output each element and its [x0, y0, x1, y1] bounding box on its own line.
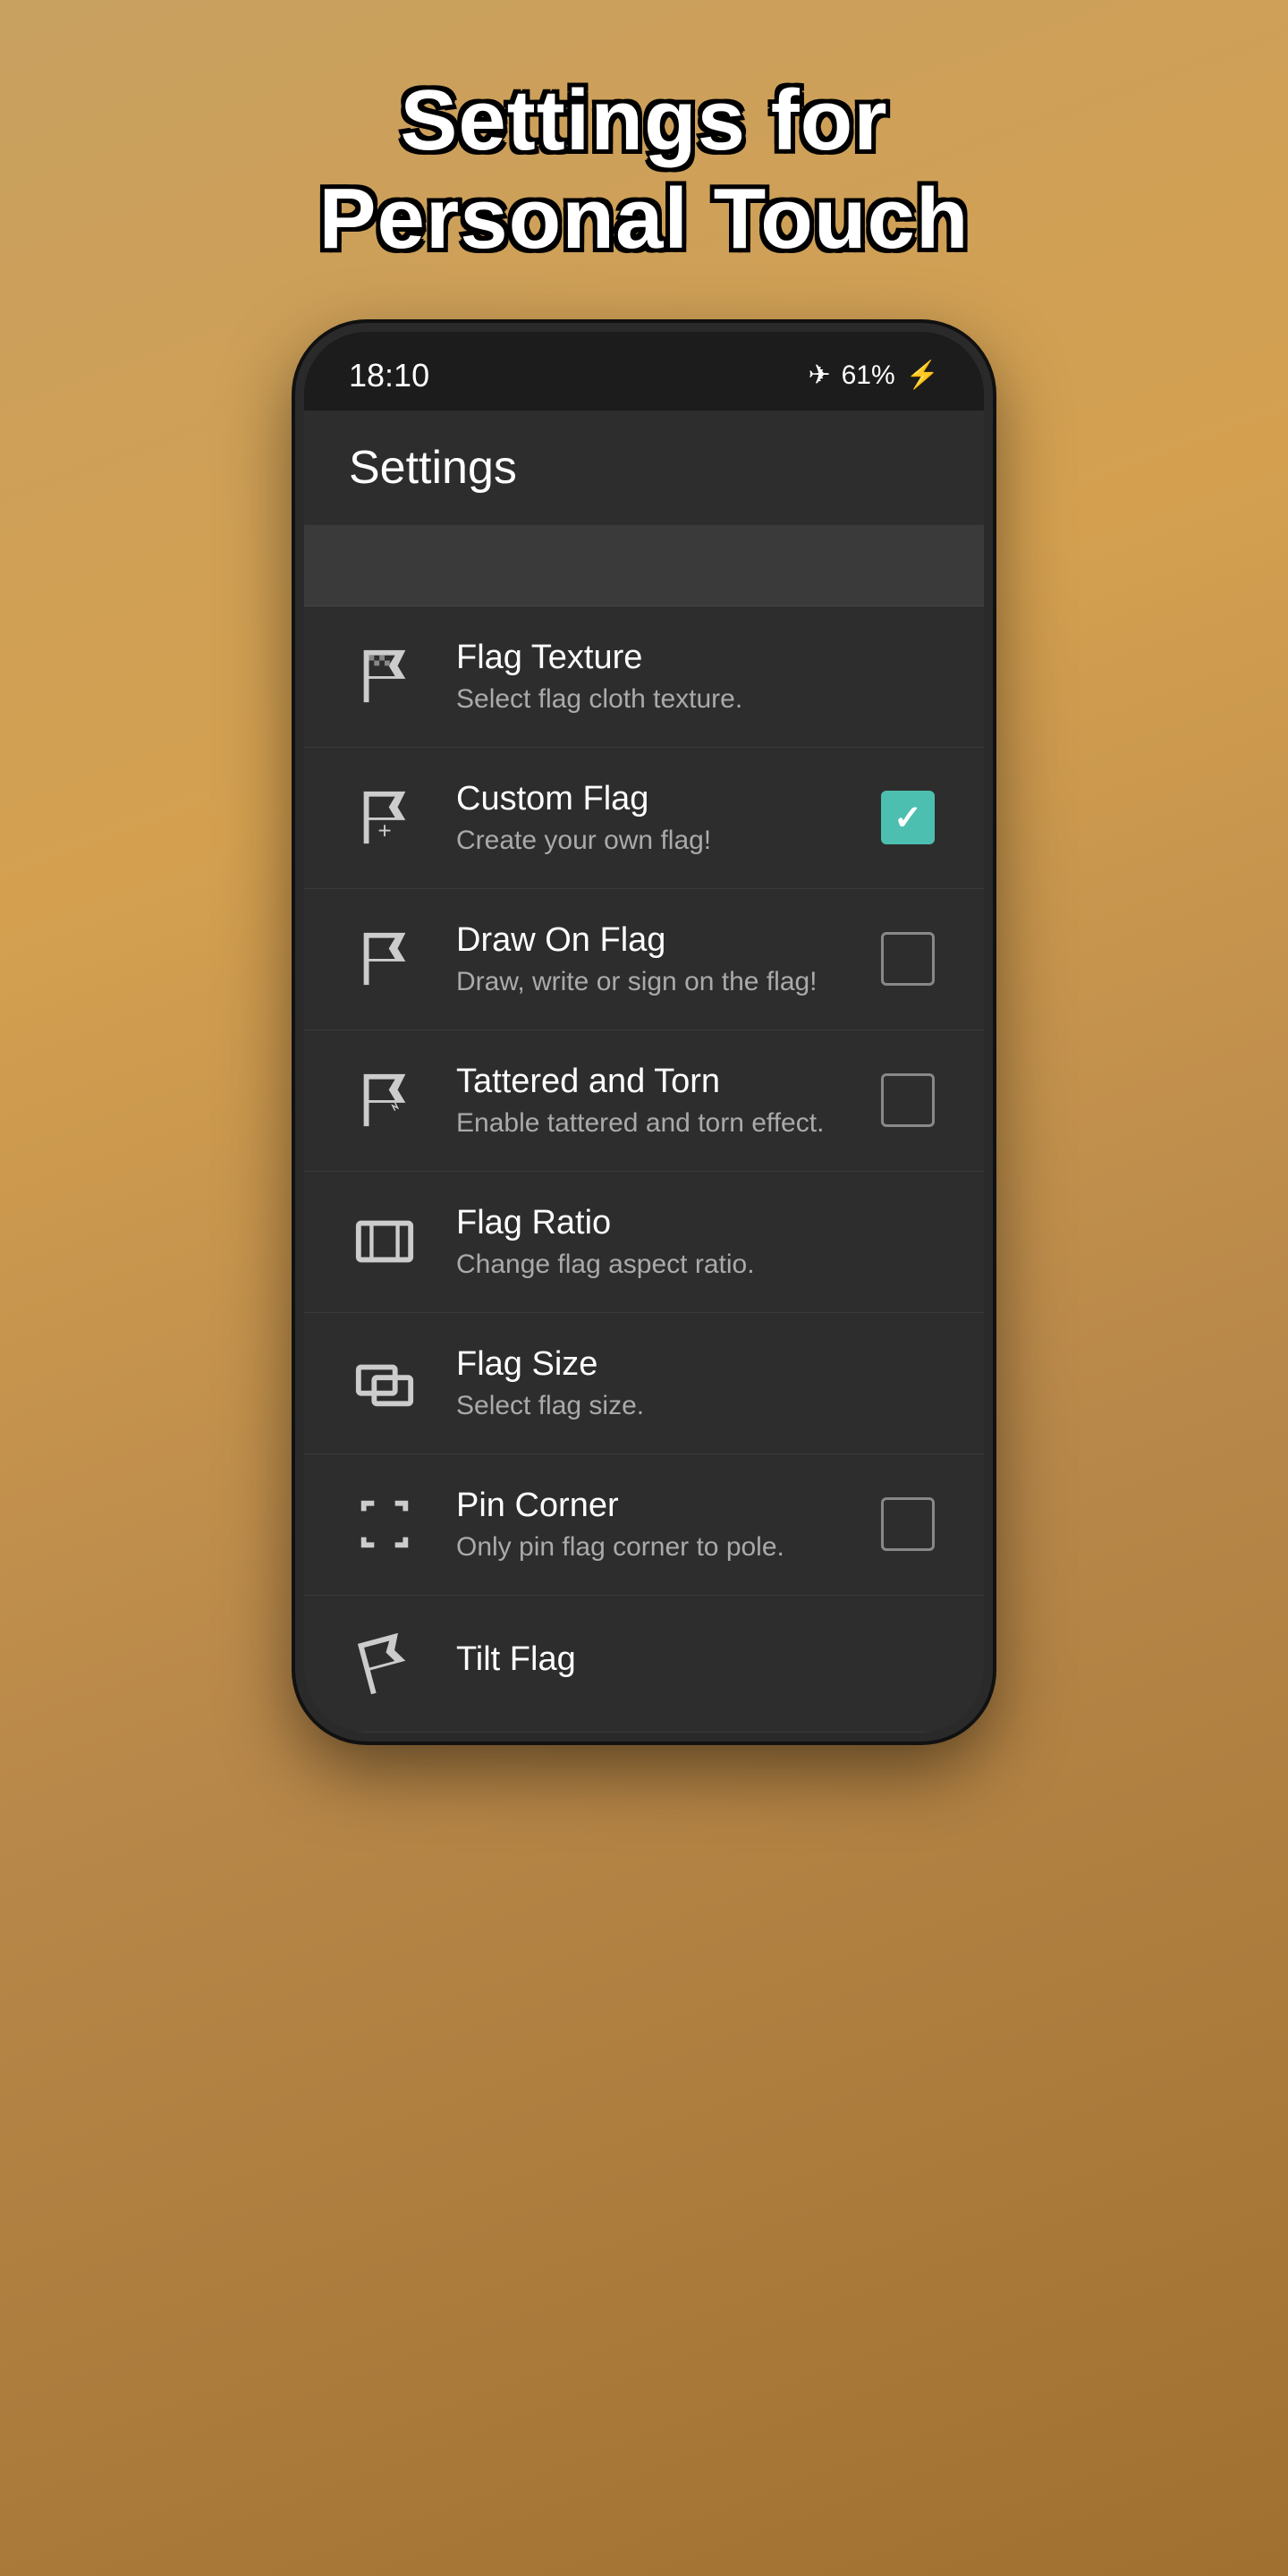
status-icons: ✈ 61% ⚡ [808, 360, 939, 391]
tattered-text: Tattered and Torn Enable tattered and to… [456, 1063, 841, 1139]
pin-corner-title: Pin Corner [456, 1487, 841, 1525]
app-bar-title: Settings [349, 441, 939, 495]
battery-percent: 61% [842, 360, 895, 391]
draw-flag-control[interactable] [877, 928, 939, 990]
settings-item-flag-size[interactable]: Flag Size Select flag size. [304, 1313, 984, 1454]
flag-texture-subtitle: Select flag cloth texture. [456, 684, 939, 715]
tattered-subtitle: Enable tattered and torn effect. [456, 1108, 841, 1139]
svg-text:+: + [377, 818, 391, 844]
custom-flag-title: Custom Flag [456, 780, 841, 818]
flag-texture-text: Flag Texture Select flag cloth texture. [456, 639, 939, 715]
settings-item-tilt-flag[interactable]: Tilt Flag [304, 1596, 984, 1733]
flag-ratio-title: Flag Ratio [456, 1204, 939, 1242]
page-title: Settings for Personal Touch [318, 72, 969, 269]
phone-wrapper: 18:10 ✈ 61% ⚡ Settings [295, 323, 993, 2470]
custom-flag-text: Custom Flag Create your own flag! [456, 780, 841, 856]
tilt-flag-icon [349, 1628, 420, 1699]
status-bar: 18:10 ✈ 61% ⚡ [304, 332, 984, 411]
draw-flag-subtitle: Draw, write or sign on the flag! [456, 967, 841, 997]
draw-flag-icon [349, 923, 420, 995]
battery-icon: ⚡ [906, 360, 939, 391]
flag-size-title: Flag Size [456, 1345, 939, 1384]
tattered-checkbox[interactable] [881, 1073, 935, 1127]
flag-texture-title: Flag Texture [456, 639, 939, 677]
custom-flag-subtitle: Create your own flag! [456, 826, 841, 856]
airplane-icon: ✈ [808, 360, 830, 391]
flag-size-icon [349, 1347, 420, 1419]
settings-item-draw-flag[interactable]: Draw On Flag Draw, write or sign on the … [304, 889, 984, 1030]
flag-size-text: Flag Size Select flag size. [456, 1345, 939, 1421]
app-bar: Settings [304, 411, 984, 526]
settings-item-custom-flag[interactable]: + Custom Flag Create your own flag! [304, 748, 984, 889]
section-spacer [304, 526, 984, 606]
flag-ratio-icon [349, 1206, 420, 1277]
tattered-flag-icon [349, 1064, 420, 1136]
settings-item-tattered[interactable]: Tattered and Torn Enable tattered and to… [304, 1030, 984, 1172]
custom-flag-checkbox[interactable] [881, 791, 935, 844]
settings-item-pin-corner[interactable]: Pin Corner Only pin flag corner to pole. [304, 1454, 984, 1596]
settings-item-flag-ratio[interactable]: Flag Ratio Change flag aspect ratio. [304, 1172, 984, 1313]
flag-ratio-text: Flag Ratio Change flag aspect ratio. [456, 1204, 939, 1280]
pin-corner-text: Pin Corner Only pin flag corner to pole. [456, 1487, 841, 1563]
flag-texture-icon [349, 640, 420, 712]
flag-size-subtitle: Select flag size. [456, 1391, 939, 1421]
draw-flag-title: Draw On Flag [456, 921, 841, 960]
flag-ratio-subtitle: Change flag aspect ratio. [456, 1250, 939, 1280]
settings-list: Flag Texture Select flag cloth texture. … [304, 526, 984, 1733]
tilt-flag-text: Tilt Flag [456, 1640, 939, 1686]
pin-corner-icon [349, 1488, 420, 1560]
draw-flag-text: Draw On Flag Draw, write or sign on the … [456, 921, 841, 997]
status-time: 18:10 [349, 357, 429, 394]
pin-corner-control[interactable] [877, 1493, 939, 1555]
custom-flag-icon: + [349, 782, 420, 853]
draw-flag-checkbox[interactable] [881, 932, 935, 986]
phone-frame: 18:10 ✈ 61% ⚡ Settings [295, 323, 993, 1741]
tilt-flag-title: Tilt Flag [456, 1640, 939, 1679]
tattered-title: Tattered and Torn [456, 1063, 841, 1101]
settings-item-flag-texture[interactable]: Flag Texture Select flag cloth texture. [304, 606, 984, 748]
tattered-control[interactable] [877, 1069, 939, 1131]
custom-flag-control[interactable] [877, 786, 939, 849]
pin-corner-subtitle: Only pin flag corner to pole. [456, 1532, 841, 1563]
pin-corner-checkbox[interactable] [881, 1497, 935, 1551]
